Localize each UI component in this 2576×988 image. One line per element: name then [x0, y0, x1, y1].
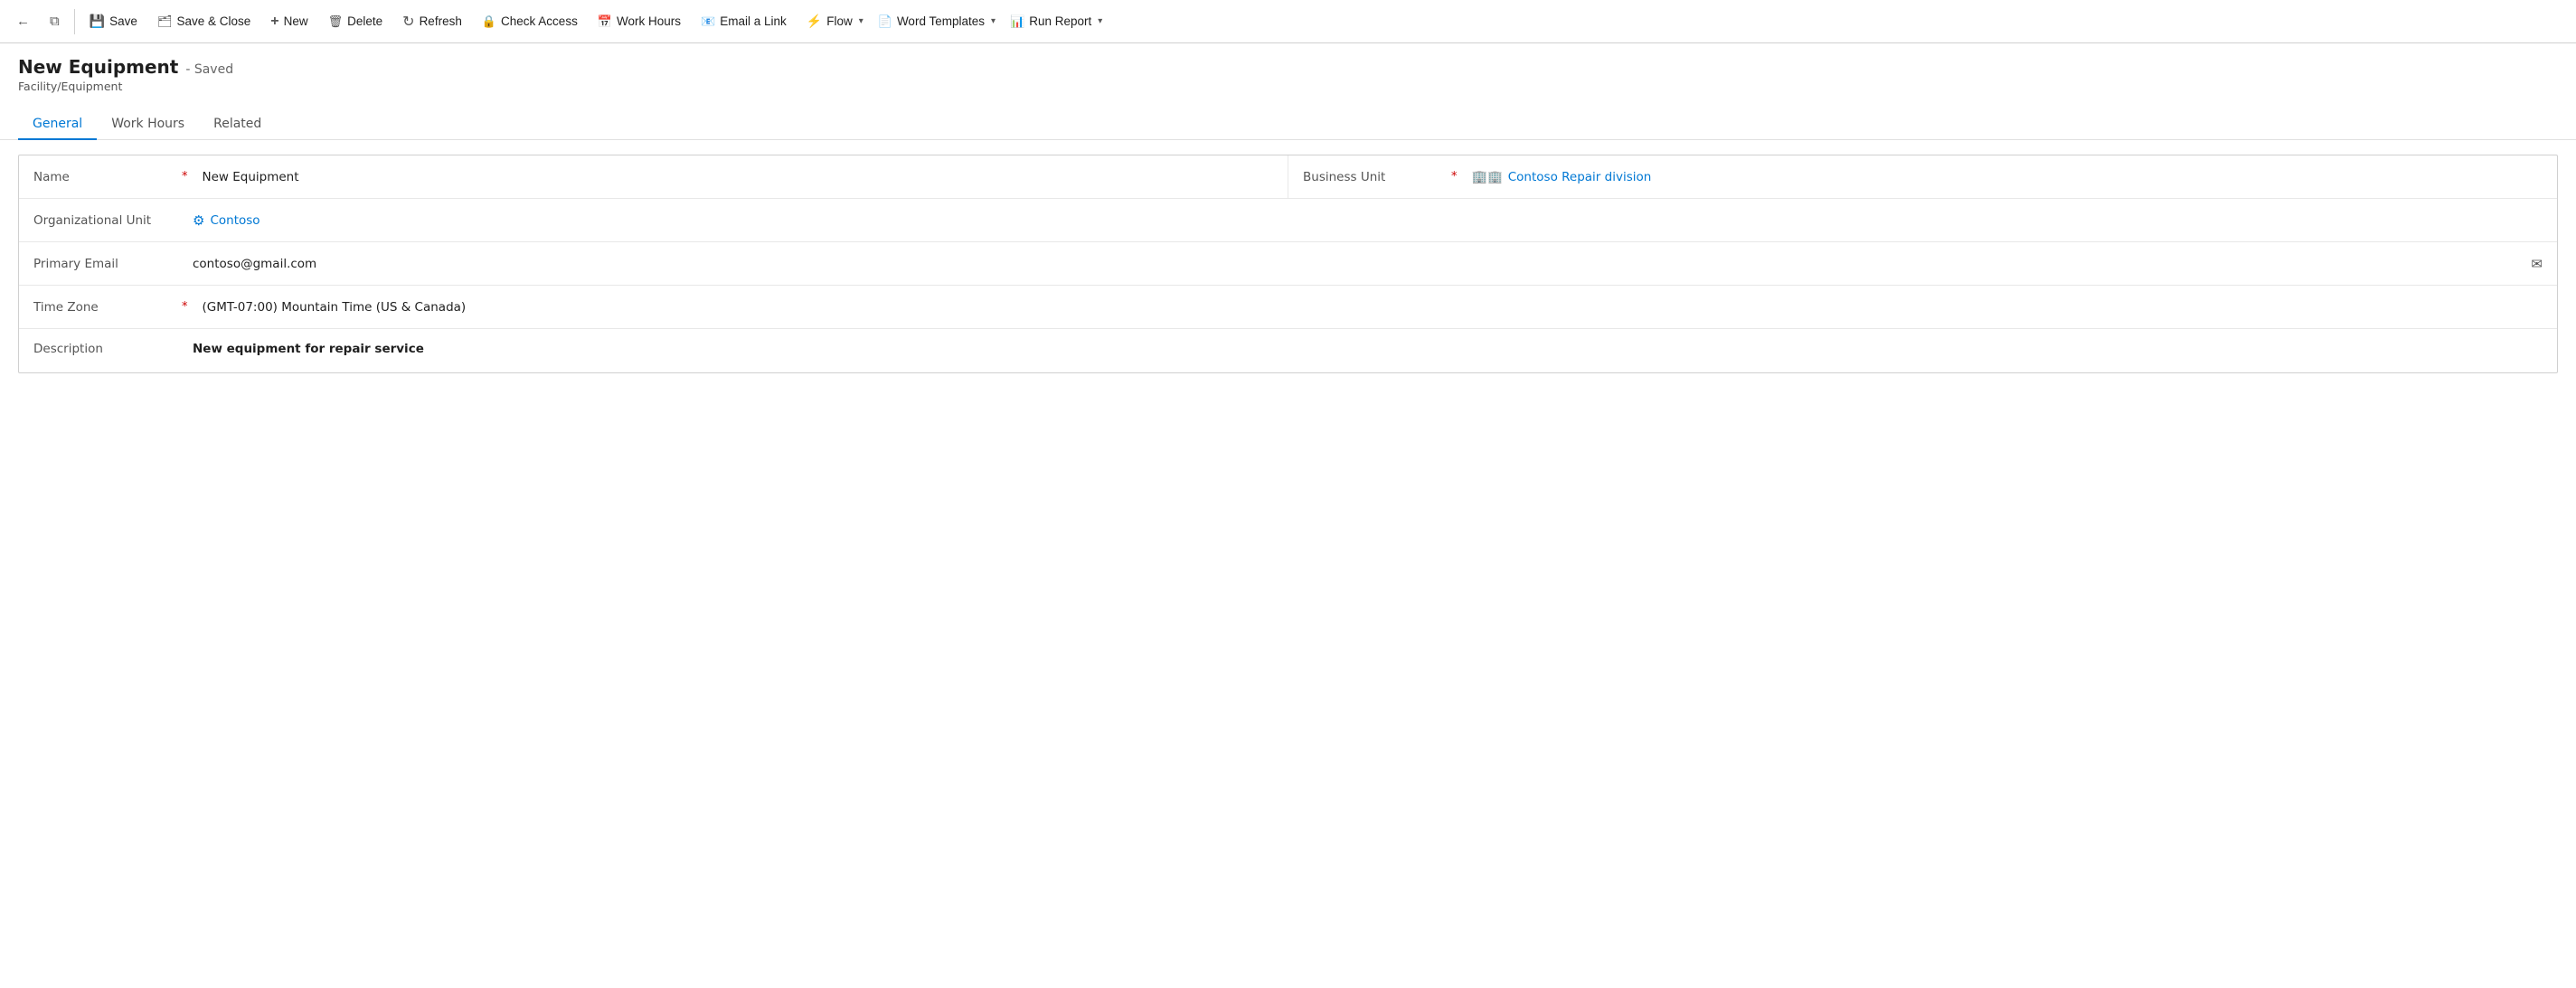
tabs: General Work Hours Related [0, 99, 2576, 140]
form-row-name: Name * New Equipment Business Unit * 🏢 C… [19, 155, 2557, 199]
word-templates-button[interactable]: Word Templates ▾ [869, 8, 999, 34]
form-row-org: Organizational Unit ⚙ Contoso [19, 199, 2557, 242]
email-compose-icon: ✉ [2531, 257, 2543, 272]
business-unit-value[interactable]: 🏢 Contoso Repair division [1472, 170, 2543, 184]
business-unit-required: * [1451, 170, 1458, 183]
window-icon [50, 14, 60, 29]
save-button[interactable]: Save [80, 8, 146, 34]
form-row-description: Description New equipment for repair ser… [19, 329, 2557, 372]
window-button[interactable] [41, 8, 69, 34]
business-unit-icon: 🏢 [1472, 170, 1503, 184]
back-icon [16, 14, 30, 29]
toolbar: Save Save & Close New Delete Refresh Che… [0, 0, 2576, 43]
work-hours-label: Work Hours [617, 14, 681, 28]
work-hours-button[interactable]: Work Hours [589, 8, 690, 34]
email-link-button[interactable]: Email a Link [692, 8, 796, 34]
description-label: Description [33, 342, 178, 356]
check-access-icon [482, 14, 496, 29]
divider-1 [74, 9, 75, 34]
save-close-icon [157, 14, 173, 29]
form-right-businessunit: Business Unit * 🏢 Contoso Repair divisio… [1288, 155, 2557, 198]
refresh-button[interactable]: Refresh [393, 7, 471, 36]
org-unit-label: Organizational Unit [33, 213, 178, 228]
check-access-button[interactable]: Check Access [473, 8, 587, 34]
form-row-timezone: Time Zone * (GMT-07:00) Mountain Time (U… [19, 286, 2557, 329]
delete-icon [328, 14, 344, 29]
delete-label: Delete [347, 14, 382, 28]
check-access-label: Check Access [501, 14, 578, 28]
primary-email-value: contoso@gmail.com [193, 257, 2524, 271]
time-zone-required: * [182, 300, 188, 314]
org-unit-value[interactable]: ⚙ Contoso [193, 212, 2543, 229]
save-close-label: Save & Close [176, 14, 250, 28]
primary-email-label: Primary Email [33, 257, 178, 271]
time-zone-label: Time Zone [33, 300, 178, 315]
name-value: New Equipment [203, 170, 1274, 184]
back-button[interactable] [7, 8, 39, 34]
save-label: Save [109, 14, 137, 28]
word-templates-label: Word Templates [897, 14, 985, 28]
new-icon [270, 14, 278, 30]
new-button[interactable]: New [261, 8, 316, 35]
form-area: Name * New Equipment Business Unit * 🏢 C… [0, 140, 2576, 388]
flow-button[interactable]: Flow ▾ [797, 8, 867, 34]
email-link-icon [701, 14, 715, 29]
run-report-button[interactable]: Run Report ▾ [1001, 8, 1106, 34]
tab-related[interactable]: Related [199, 109, 276, 140]
save-icon [90, 14, 105, 29]
form-left-org: Organizational Unit ⚙ Contoso [19, 199, 2557, 241]
new-label: New [284, 14, 308, 28]
name-required: * [182, 170, 188, 183]
page-title: New Equipment [18, 56, 178, 78]
tab-general[interactable]: General [18, 109, 97, 140]
work-hours-icon [598, 14, 612, 29]
delete-button[interactable]: Delete [319, 8, 392, 34]
name-label: Name [33, 170, 178, 184]
time-zone-value: (GMT-07:00) Mountain Time (US & Canada) [203, 300, 2543, 315]
form-left-description: Description New equipment for repair ser… [19, 329, 2557, 372]
form-left-email: Primary Email contoso@gmail.com ✉ [19, 242, 2557, 285]
run-report-chevron-icon: ▾ [1098, 16, 1102, 26]
tab-work-hours[interactable]: Work Hours [97, 109, 199, 140]
description-value: New equipment for repair service [193, 342, 2543, 356]
form-left-timezone: Time Zone * (GMT-07:00) Mountain Time (U… [19, 286, 2557, 328]
flow-icon [807, 14, 822, 29]
refresh-label: Refresh [420, 14, 462, 28]
page-header: New Equipment - Saved Facility/Equipment [0, 43, 2576, 93]
saved-indicator: - Saved [185, 62, 233, 77]
run-report-label: Run Report [1029, 14, 1091, 28]
org-unit-icon: ⚙ [193, 212, 204, 229]
form-row-email: Primary Email contoso@gmail.com ✉ [19, 242, 2557, 286]
page-subtitle: Facility/Equipment [18, 80, 2558, 93]
word-templates-chevron-icon: ▾ [991, 16, 995, 26]
refresh-icon [402, 13, 414, 31]
save-close-button[interactable]: Save & Close [148, 8, 259, 34]
flow-label: Flow [826, 14, 853, 28]
form-left-name: Name * New Equipment [19, 155, 1288, 198]
flow-chevron-icon: ▾ [859, 16, 863, 26]
word-templates-icon [878, 14, 892, 29]
business-unit-label: Business Unit [1303, 170, 1448, 184]
form-card: Name * New Equipment Business Unit * 🏢 C… [18, 155, 2558, 373]
run-report-icon [1010, 14, 1024, 29]
email-link-label: Email a Link [720, 14, 787, 28]
email-compose-button[interactable]: ✉ [2531, 256, 2543, 272]
